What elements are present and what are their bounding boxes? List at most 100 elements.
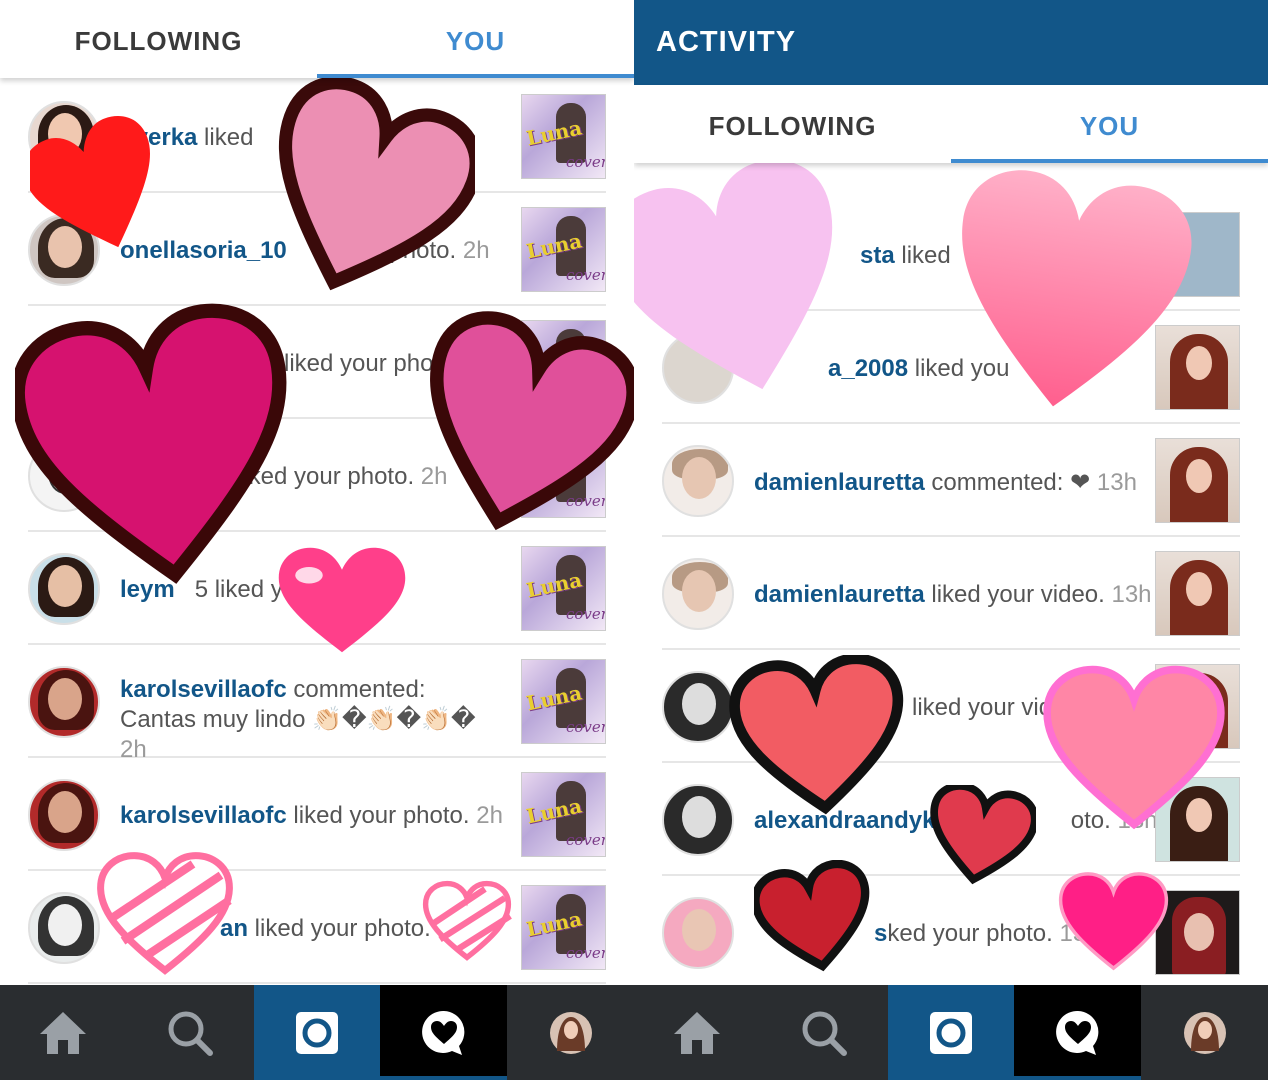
action-bar: ACTIVITY [634,0,1268,85]
list-item[interactable]: overka liked Luna cover [28,80,606,193]
page-title: ACTIVITY [656,26,797,58]
nav-activity[interactable] [380,985,508,1080]
activity-text: liked your photo [284,350,454,377]
post-thumbnail[interactable] [1155,325,1240,410]
nav-home[interactable] [634,985,761,1080]
username-link[interactable]: karolsevillaofc [120,676,287,703]
activity-text: liked your vide [912,694,1066,721]
username-link[interactable]: s [874,920,887,947]
post-thumbnail[interactable]: Luna cover [521,433,606,518]
activity-text: alexandraandyk lik oto. 13h [754,807,1158,834]
avatar[interactable] [28,779,100,851]
list-item[interactable]: damienlauretta commented: ❤ 13h [662,424,1240,537]
avatar[interactable] [662,445,734,517]
post-thumbnail[interactable]: Luna cover [521,659,606,744]
username-link[interactable]: a_2008 [828,355,908,382]
nav-camera[interactable] [887,985,1015,1080]
list-item[interactable]: a_2008 liked you [662,311,1240,424]
avatar[interactable] [28,666,100,738]
avatar[interactable] [662,784,734,856]
activity-text: damienlauretta liked your video. 13h [754,581,1152,608]
nav-search[interactable] [761,985,888,1080]
list-item[interactable]: karolsevillaofc liked your photo. 2h Lun… [28,758,606,871]
list-item[interactable]: onellasoria_10 photo. 2h Luna cover [28,193,606,306]
activity-heart-icon [421,1010,465,1055]
post-thumbnail[interactable]: Luna cover [521,94,606,179]
post-thumbnail[interactable] [1155,664,1240,749]
username-link[interactable]: alexandraandyk [754,807,935,834]
activity-text: onellasoria_10 photo. 2h [120,237,490,264]
tab-you[interactable]: YOU [317,0,634,78]
avatar[interactable] [662,219,734,291]
home-icon [40,1011,87,1054]
post-thumbnail[interactable] [1155,438,1240,523]
avatar[interactable] [28,440,100,512]
username-link[interactable]: sta [860,242,895,269]
nav-activity[interactable] [1014,985,1142,1080]
post-thumbnail[interactable]: Luna cover [521,320,606,405]
post-thumbnail[interactable] [1155,212,1240,297]
list-item[interactable]: leym 5 liked y Luna cover [28,532,606,645]
camera-icon [295,1011,338,1054]
post-thumbnail[interactable]: Luna cover [521,772,606,857]
nav-camera[interactable] [253,985,381,1080]
activity-text: damienlauretta commented: ❤ 13h [754,469,1137,496]
avatar[interactable] [28,327,100,399]
avatar[interactable] [28,214,100,286]
profile-icon [1183,1011,1226,1054]
bottom-navigation [0,985,634,1080]
list-item[interactable]: alexandraandyk lik oto. 13h [662,763,1240,876]
nav-profile[interactable] [507,985,634,1080]
avatar[interactable] [662,332,734,404]
activity-text: a_2008 liked you [828,355,1010,382]
username-link[interactable]: overka [120,124,197,151]
search-icon [802,1011,848,1056]
activity-text: an liked your photo. 2 [220,915,451,942]
post-thumbnail[interactable] [1155,890,1240,975]
post-thumbnail[interactable]: Luna cover [521,885,606,970]
list-item[interactable]: karolsevillaofc commented: Cantas muy li… [28,645,606,763]
list-item[interactable]: liked your vide [662,650,1240,763]
post-thumbnail[interactable] [1155,551,1240,636]
avatar[interactable] [28,101,100,173]
tab-you[interactable]: YOU [951,85,1268,163]
activity-text: liked your photo. 2h [238,463,448,490]
list-item[interactable]: sked your photo. 13h [662,876,1240,989]
nav-search[interactable] [127,985,254,1080]
username-link[interactable]: karolsevillaofc [120,802,287,829]
activity-heart-icon [1055,1010,1099,1055]
tab-following[interactable]: FOLLOWING [0,0,317,78]
tab-following[interactable]: FOLLOWING [634,85,951,163]
right-screen: ACTIVITY FOLLOWING YOU sta liked a_2008 … [634,0,1268,1080]
home-icon [674,1011,721,1054]
list-item[interactable]: damienlauretta liked your video. 13h [662,537,1240,650]
activity-text: leym 5 liked y [120,576,283,603]
list-item[interactable]: sta liked [662,198,1240,311]
username-link[interactable]: leym [120,576,175,603]
avatar[interactable] [662,558,734,630]
post-thumbnail[interactable] [1155,777,1240,862]
bottom-navigation [634,985,1268,1080]
nav-home[interactable] [0,985,127,1080]
activity-tabs: FOLLOWING YOU [0,0,634,78]
avatar[interactable] [662,897,734,969]
list-item[interactable]: liked your photo Luna cover [28,306,606,419]
username-link[interactable]: damienlauretta [754,469,925,496]
activity-text: sked your photo. 13h [874,920,1100,947]
avatar[interactable] [28,553,100,625]
activity-text: karolsevillaofc commented: Cantas muy li… [120,676,476,763]
activity-text: karolsevillaofc liked your photo. 2h [120,802,503,829]
nav-profile[interactable] [1141,985,1268,1080]
post-thumbnail[interactable]: Luna cover [521,207,606,292]
post-thumbnail[interactable]: Luna cover [521,546,606,631]
list-item[interactable]: liked your photo. 2h Luna cover [28,419,606,532]
list-item[interactable]: an liked your photo. 2 Luna cover [28,871,606,984]
profile-icon [549,1011,592,1054]
activity-text: sta liked [860,242,951,269]
avatar[interactable] [662,671,734,743]
avatar[interactable] [28,892,100,964]
activity-text: overka liked [120,124,254,151]
username-link[interactable]: onellasoria_10 [120,237,287,264]
username-link[interactable]: an [220,915,248,942]
username-link[interactable]: damienlauretta [754,581,925,608]
